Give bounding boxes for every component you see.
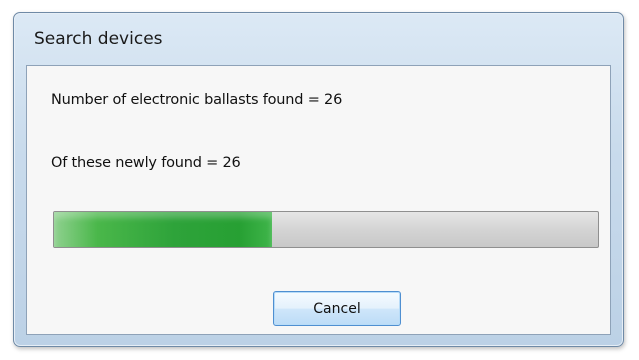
dialog-content: Number of electronic ballasts found = 26…	[26, 65, 611, 335]
cancel-button[interactable]: Cancel	[273, 291, 401, 326]
search-devices-dialog: Search devices Number of electronic ball…	[13, 12, 624, 347]
dialog-titlebar[interactable]: Search devices	[14, 13, 623, 65]
progress-fill	[54, 212, 272, 247]
search-progress-bar	[53, 211, 599, 248]
ballasts-found-text: Number of electronic ballasts found = 26	[51, 92, 343, 108]
newly-found-text: Of these newly found = 26	[51, 155, 241, 171]
dialog-title: Search devices	[34, 29, 163, 49]
